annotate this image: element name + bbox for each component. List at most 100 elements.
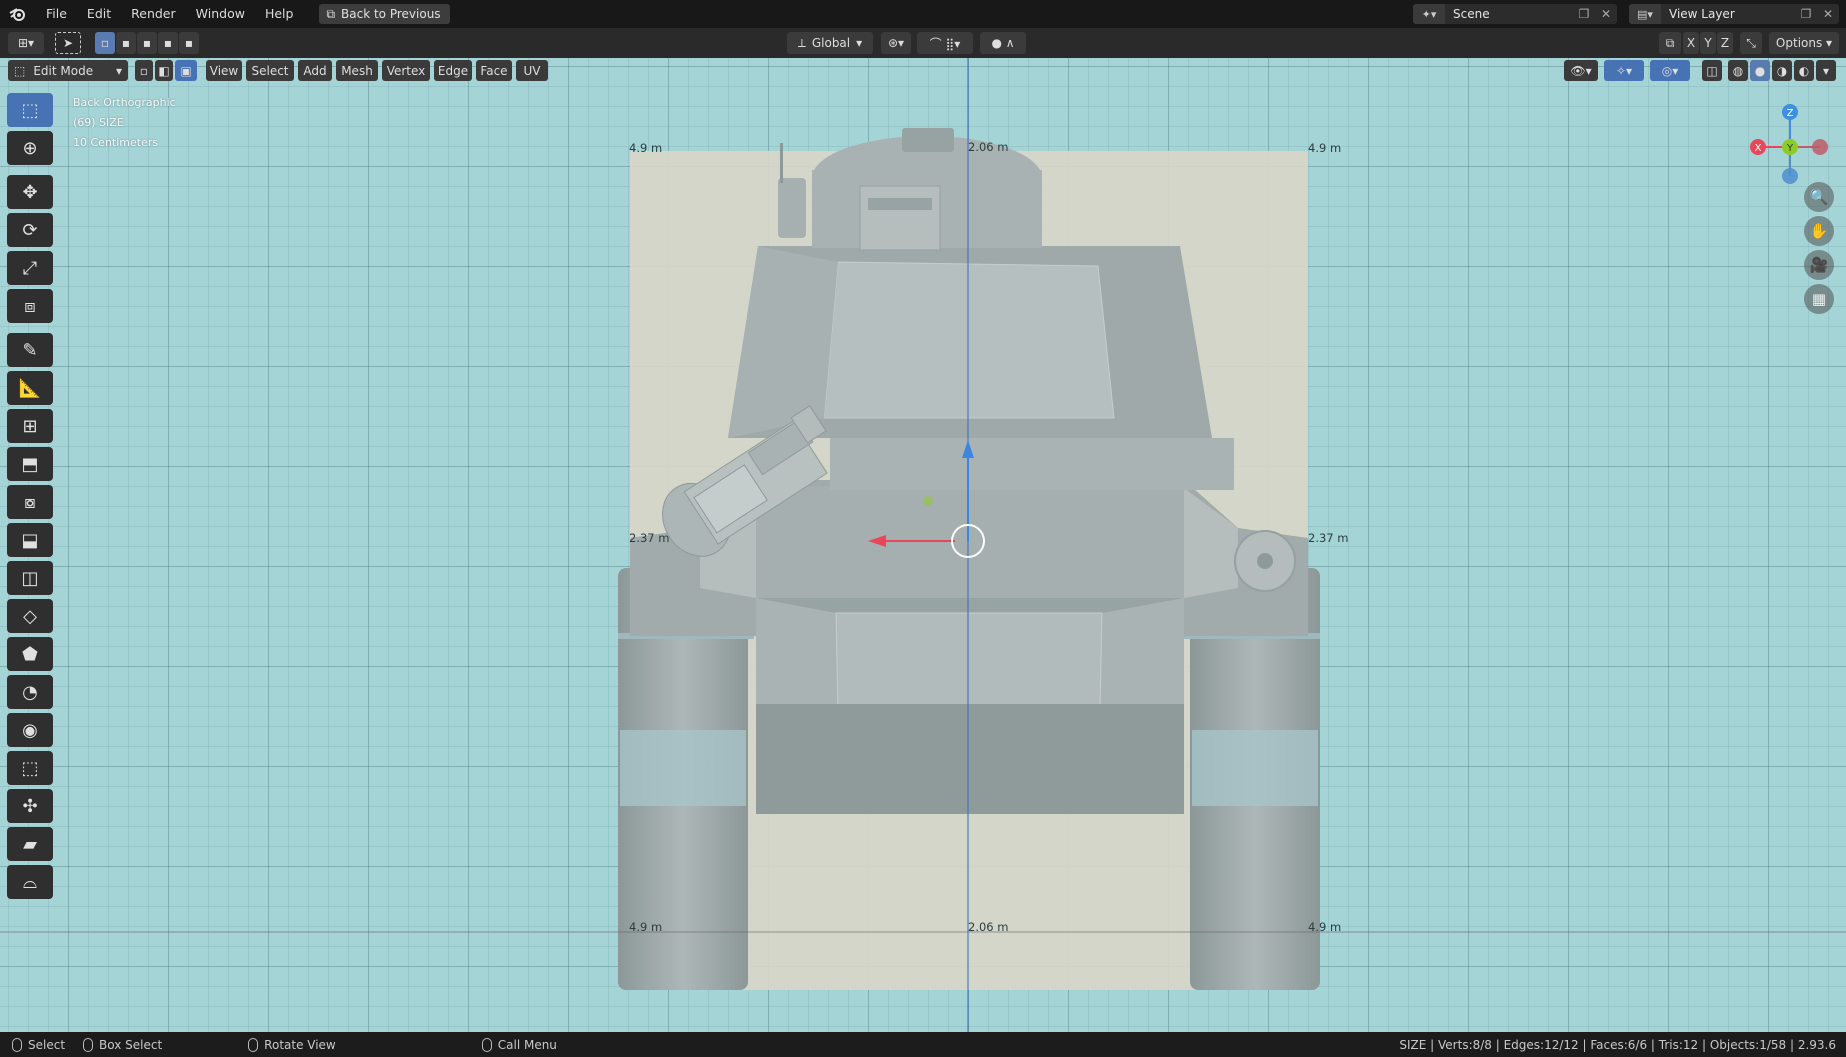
chevron-down-icon: ▾	[856, 36, 863, 50]
view-layer-name[interactable]: View Layer	[1661, 7, 1795, 21]
back-to-previous-label: Back to Previous	[341, 7, 441, 21]
transform-tool-icon[interactable]: ⧈	[7, 289, 53, 323]
new-scene-icon[interactable]: ❐	[1573, 7, 1595, 21]
menu-uv[interactable]: UV	[516, 60, 548, 81]
mirror-icon[interactable]: ⧉	[1659, 32, 1681, 54]
add-cube-tool-icon[interactable]: ⊞	[7, 409, 53, 443]
pivot-point-icon[interactable]: ⊛▾	[881, 32, 911, 54]
material-shading-icon[interactable]: ◑	[1772, 60, 1792, 81]
scene-statistics: SIZE | Verts:8/8 | Edges:12/12 | Faces:6…	[1399, 1037, 1836, 1052]
pan-hand-icon[interactable]: ✋	[1804, 216, 1834, 246]
zoom-icon[interactable]: 🔍	[1804, 182, 1834, 212]
grid-scale: 10 Centimeters	[73, 136, 159, 149]
menu-vertex[interactable]: Vertex	[382, 60, 430, 81]
transform-orientation-dropdown[interactable]: ⟂ Global ▾	[787, 32, 873, 54]
scene-selector[interactable]: ✦▾ Scene ❐ ✕	[1413, 4, 1617, 24]
camera-view-icon[interactable]: 🎥	[1804, 250, 1834, 280]
navigation-gizmo[interactable]: Z X Y	[1740, 94, 1840, 194]
extrude-tool-icon[interactable]: ⬒	[7, 447, 53, 481]
menu-render[interactable]: Render	[121, 0, 186, 28]
hint-call-menu: Call Menu	[481, 1037, 557, 1052]
select-mode-difference-icon[interactable]: ▪	[158, 32, 178, 54]
mirror-z-toggle[interactable]: Z	[1717, 32, 1733, 54]
menu-add[interactable]: Add	[298, 60, 332, 81]
menu-edit[interactable]: Edit	[77, 0, 121, 28]
rendered-shading-icon[interactable]: ◐	[1794, 60, 1814, 81]
new-view-layer-icon[interactable]: ❐	[1795, 7, 1817, 21]
rotate-tool-icon[interactable]: ⟳	[7, 213, 53, 247]
back-to-previous-button[interactable]: ⧉ Back to Previous	[319, 4, 450, 24]
scale-tool-icon[interactable]: ⤢	[7, 251, 53, 285]
menu-help[interactable]: Help	[255, 0, 304, 28]
select-tool-icon[interactable]: ➤	[55, 32, 81, 54]
gizmo-z-label: Z	[1787, 108, 1794, 119]
view-layer-icon: ▤▾	[1629, 4, 1661, 24]
auto-merge-icon[interactable]: ⤡	[1740, 32, 1762, 54]
options-dropdown[interactable]: Options ▾	[1769, 32, 1839, 54]
3d-viewport[interactable]: ⬚ Edit Mode ▾ ▫ ◧ ▣ View Select Add Mesh…	[0, 58, 1846, 1032]
hint-box-select: Box Select	[83, 1037, 162, 1052]
snapping-icon[interactable]: ⌒ ⣿▾	[917, 32, 973, 54]
select-mode-intersect-icon[interactable]: ▪	[179, 32, 199, 54]
knife-tool-icon[interactable]: ◇	[7, 599, 53, 633]
bevel-tool-icon[interactable]: ⬓	[7, 523, 53, 557]
rip-region-tool-icon[interactable]: ⌓	[7, 865, 53, 899]
close-view-layer-icon[interactable]: ✕	[1817, 7, 1839, 21]
select-mode-extend-icon[interactable]: ▪	[116, 32, 136, 54]
editor-type-icon[interactable]: ⊞▾	[8, 32, 44, 54]
select-mode-new-icon[interactable]: ▫	[95, 32, 115, 54]
shrink-fatten-tool-icon[interactable]: ✣	[7, 789, 53, 823]
loop-cut-tool-icon[interactable]: ◫	[7, 561, 53, 595]
grid-perspective-icon[interactable]: ▦	[1804, 284, 1834, 314]
options-label: Options	[1775, 36, 1823, 50]
dim-bottom-left: 4.9 m	[629, 920, 663, 934]
mouse-drag-icon	[83, 1037, 94, 1052]
dim-top-right: 4.9 m	[1308, 141, 1342, 155]
close-scene-icon[interactable]: ✕	[1595, 7, 1617, 21]
spin-tool-icon[interactable]: ◔	[7, 675, 53, 709]
menu-file[interactable]: File	[36, 0, 77, 28]
screen-icon: ⧉	[326, 6, 336, 21]
edge-select-mode-icon[interactable]: ◧	[155, 60, 173, 81]
wireframe-shading-icon[interactable]: ◍	[1728, 60, 1748, 81]
cursor-tool-icon[interactable]: ⊕	[7, 131, 53, 165]
blender-logo-icon[interactable]	[0, 0, 36, 28]
solid-shading-icon[interactable]: ●	[1750, 60, 1770, 81]
menu-face[interactable]: Face	[476, 60, 512, 81]
menu-select[interactable]: Select	[246, 60, 294, 81]
proportional-editing-icon[interactable]: ● ∧	[980, 32, 1026, 54]
mouse-right-icon	[481, 1037, 492, 1052]
mouse-middle-icon	[248, 1037, 259, 1052]
scene-name[interactable]: Scene	[1445, 7, 1573, 21]
view-layer-selector[interactable]: ▤▾ View Layer ❐ ✕	[1629, 4, 1839, 24]
vertex-select-mode-icon[interactable]: ▫	[135, 60, 153, 81]
inset-tool-icon[interactable]: ⧇	[7, 485, 53, 519]
select-mode-subtract-icon[interactable]: ▪	[137, 32, 157, 54]
hint-select: Select	[12, 1037, 65, 1052]
menu-edge[interactable]: Edge	[434, 60, 472, 81]
move-tool-icon[interactable]: ✥	[7, 175, 53, 209]
smooth-tool-icon[interactable]: ◉	[7, 713, 53, 747]
overlays-toggle-icon[interactable]: ◎▾	[1650, 60, 1690, 81]
dim-bottom-right: 4.9 m	[1308, 920, 1342, 934]
tool-header: ⊞▾ ➤ ▫ ▪ ▪ ▪ ▪ ⟂ Global ▾ ⊛▾ ⌒ ⣿▾ ● ∧ ⧉ …	[0, 28, 1846, 58]
mode-dropdown[interactable]: ⬚ Edit Mode ▾	[8, 60, 128, 81]
mirror-x-toggle[interactable]: X	[1683, 32, 1699, 54]
visibility-icon[interactable]: 👁▾	[1564, 60, 1598, 81]
gizmo-toggle-icon[interactable]: ✧▾	[1604, 60, 1644, 81]
xray-toggle-icon[interactable]: ◫	[1702, 60, 1722, 81]
shear-tool-icon[interactable]: ▰	[7, 827, 53, 861]
shading-options-icon[interactable]: ▾	[1816, 60, 1836, 81]
measure-tool-icon[interactable]: 📐	[7, 371, 53, 405]
annotate-tool-icon[interactable]: ✎	[7, 333, 53, 367]
face-select-mode-icon[interactable]: ▣	[175, 60, 197, 81]
hint-rotate-view-label: Rotate View	[264, 1037, 336, 1052]
mirror-y-toggle[interactable]: Y	[1700, 32, 1716, 54]
mode-label: Edit Mode	[33, 63, 94, 78]
poly-build-tool-icon[interactable]: ⬟	[7, 637, 53, 671]
menu-window[interactable]: Window	[186, 0, 255, 28]
menu-view[interactable]: View	[206, 60, 242, 81]
edge-slide-tool-icon[interactable]: ⬚	[7, 751, 53, 785]
menu-mesh[interactable]: Mesh	[336, 60, 378, 81]
select-box-tool-icon[interactable]: ⬚	[7, 93, 53, 127]
